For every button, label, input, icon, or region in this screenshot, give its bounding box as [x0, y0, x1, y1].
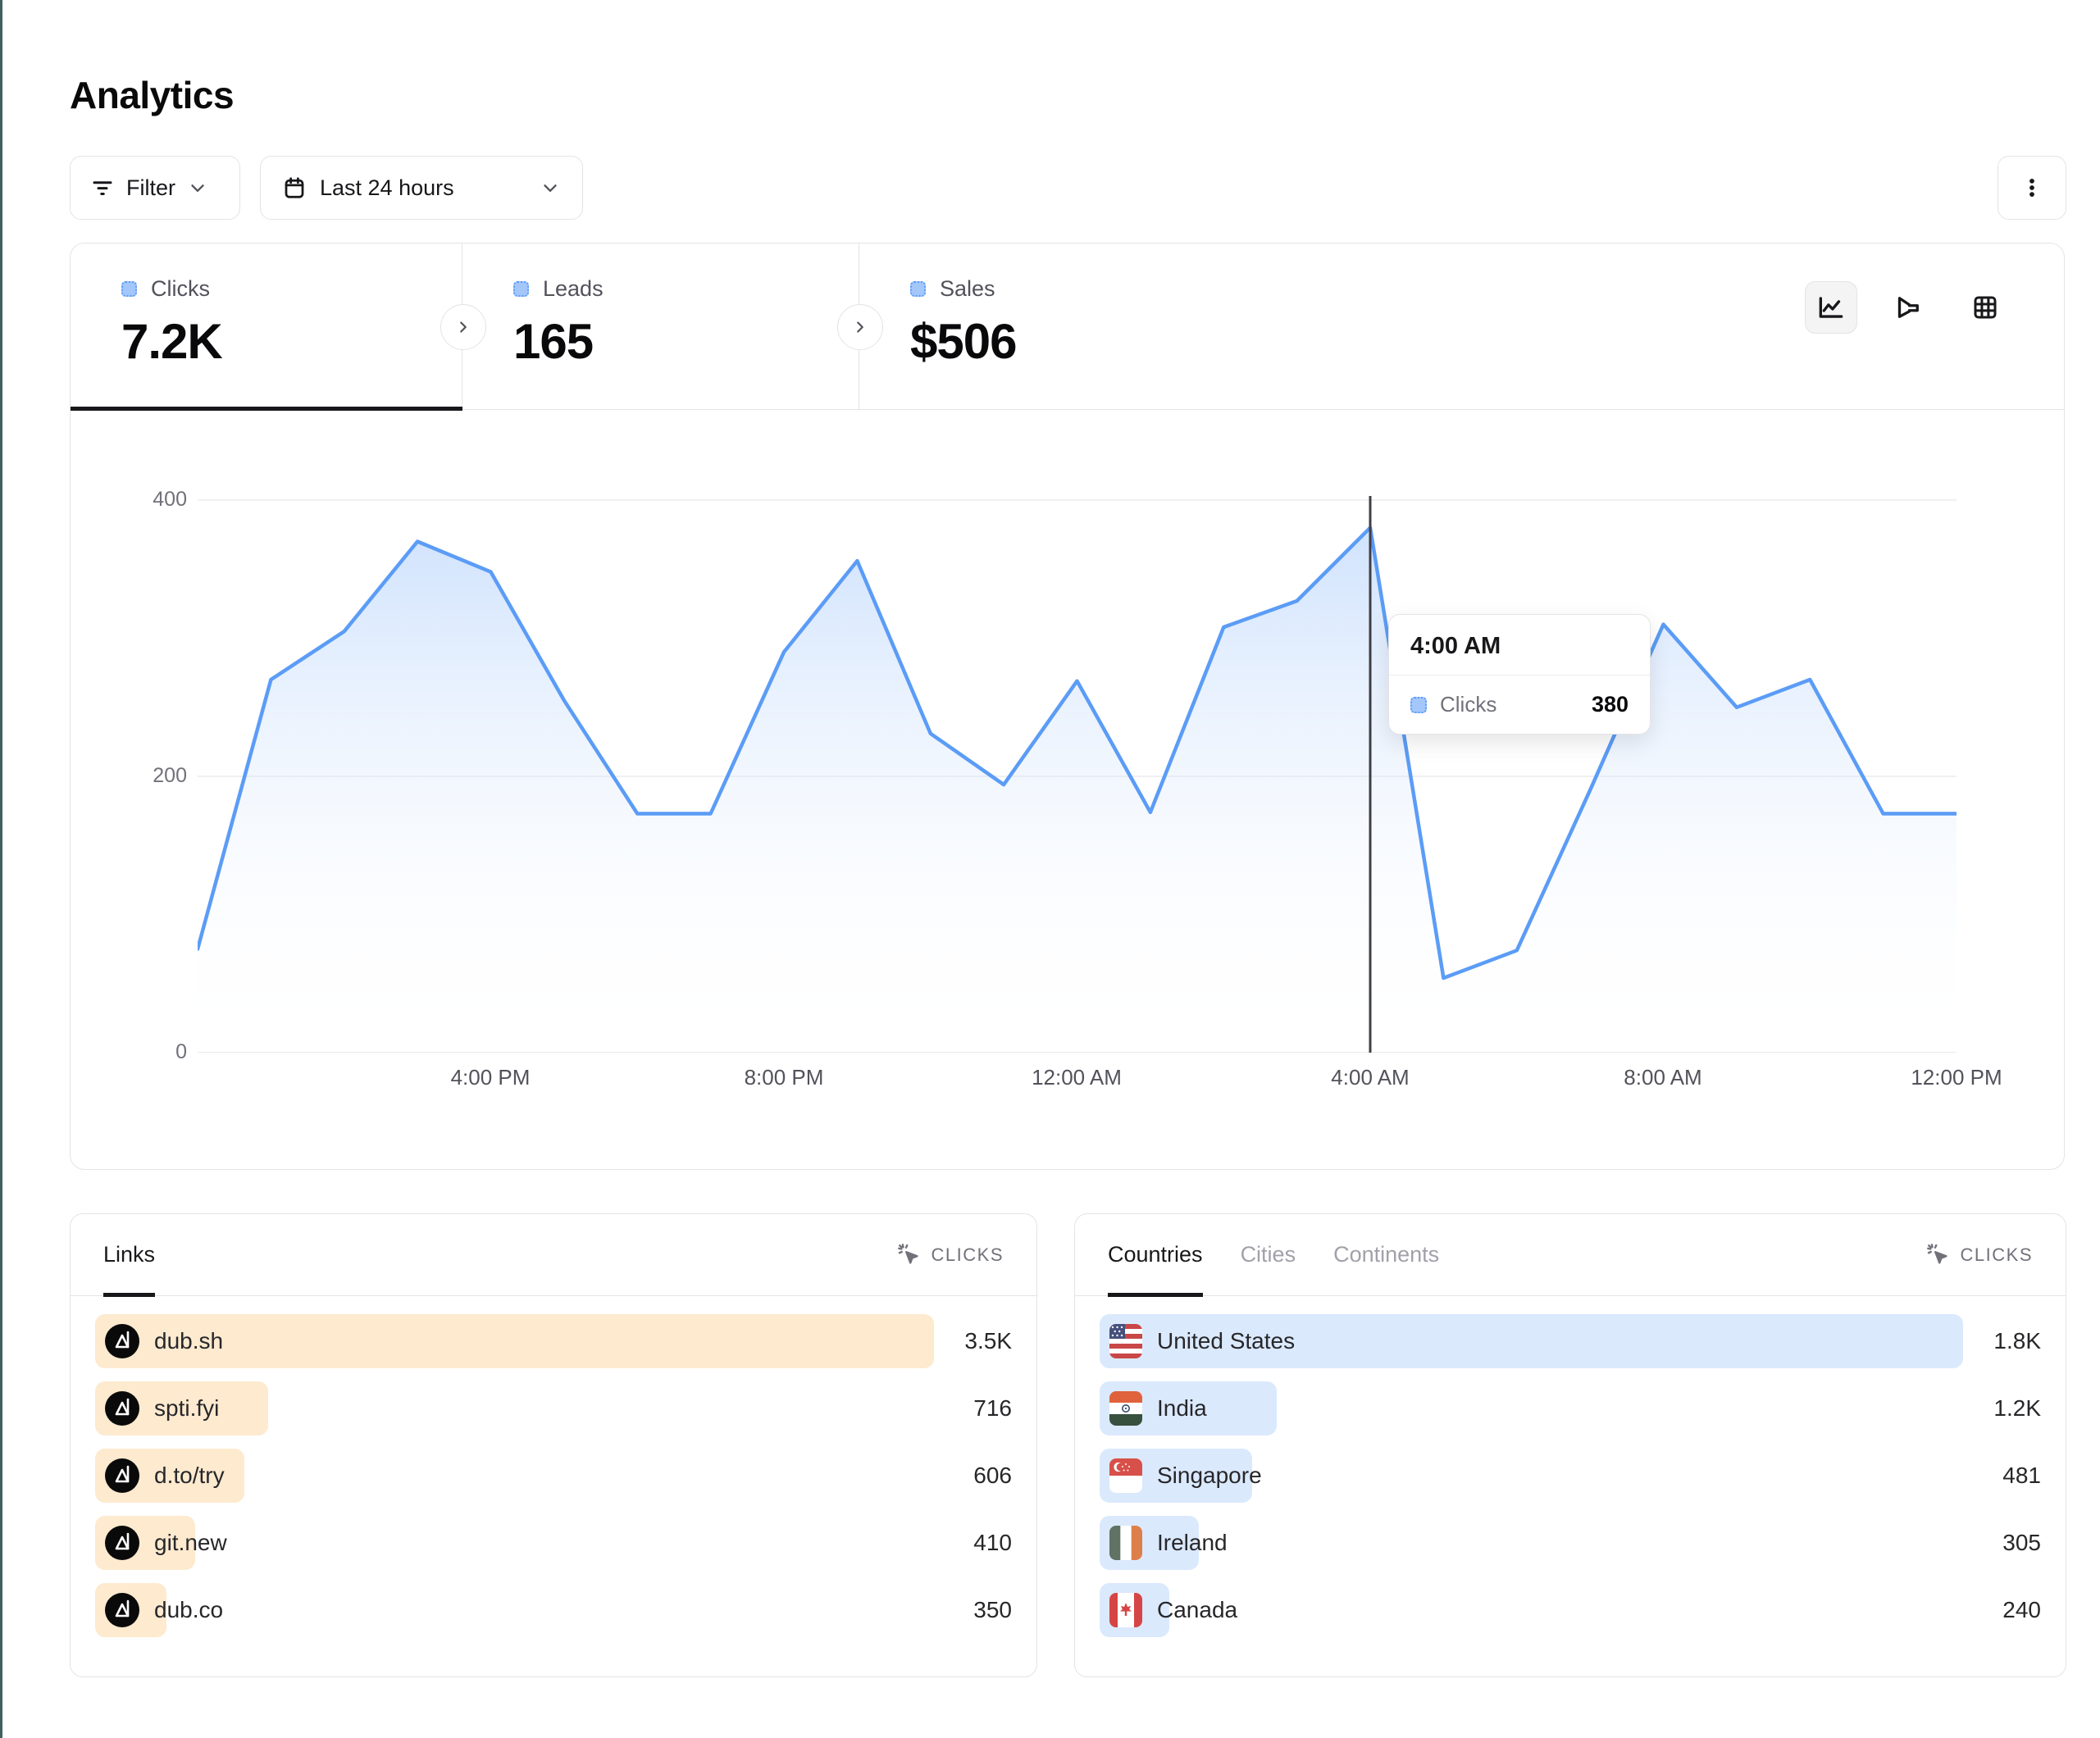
- tooltip-series-label: Clicks: [1440, 692, 1578, 717]
- more-options-button[interactable]: [1998, 156, 2066, 220]
- links-tab-label: Links: [103, 1242, 155, 1267]
- filter-button[interactable]: Filter: [70, 156, 240, 220]
- country-clicks-value: 481: [1963, 1463, 2041, 1489]
- link-label: dub.sh: [154, 1328, 223, 1354]
- link-row[interactable]: dub.co 350: [95, 1583, 1012, 1637]
- link-row[interactable]: git.new 410: [95, 1516, 1012, 1570]
- chart-tooltip: 4:00 AM Clicks 380: [1388, 614, 1651, 735]
- links-list: dub.sh 3.5K spti.fyi 716 d.to/try 606: [71, 1296, 1036, 1637]
- chevron-down-icon: [540, 177, 561, 198]
- x-axis-tick: 4:00 AM: [1331, 1065, 1409, 1090]
- ireland-flag-icon: [1109, 1526, 1142, 1560]
- country-row[interactable]: India 1.2K: [1100, 1381, 2041, 1435]
- country-clicks-value: 1.8K: [1963, 1328, 2041, 1354]
- continents-tab-label: Continents: [1333, 1242, 1439, 1267]
- links-metric-selector[interactable]: CLICKS: [897, 1243, 1004, 1267]
- active-tab-underline: [71, 407, 462, 411]
- link-clicks-value: 350: [934, 1597, 1012, 1623]
- link-label: spti.fyi: [154, 1395, 219, 1422]
- geo-metric-selector[interactable]: CLICKS: [1926, 1243, 2033, 1267]
- y-axis-tick: 200: [130, 764, 187, 788]
- expand-clicks-chevron-button[interactable]: [440, 304, 486, 350]
- dub-logo-icon: [105, 1593, 139, 1627]
- country-clicks-value: 1.2K: [1963, 1395, 2041, 1422]
- tab-cities[interactable]: Cities: [1241, 1214, 1296, 1295]
- dub-logo-icon: [105, 1526, 139, 1560]
- chevron-down-icon: [187, 177, 208, 198]
- geo-metric-label: CLICKS: [1961, 1244, 2033, 1266]
- x-axis-tick: 8:00 AM: [1624, 1065, 1701, 1090]
- country-clicks-value: 240: [1963, 1597, 2041, 1623]
- link-row[interactable]: d.to/try 606: [95, 1449, 1012, 1503]
- dub-logo-icon: [105, 1324, 139, 1358]
- country-row[interactable]: Ireland 305: [1100, 1516, 2041, 1570]
- link-clicks-value: 606: [934, 1463, 1012, 1489]
- page-title: Analytics: [70, 73, 234, 117]
- date-range-button[interactable]: Last 24 hours: [260, 156, 583, 220]
- link-label: d.to/try: [154, 1463, 225, 1489]
- country-row[interactable]: United States 1.8K: [1100, 1314, 2041, 1368]
- link-clicks-value: 716: [934, 1395, 1012, 1422]
- link-row[interactable]: dub.sh 3.5K: [95, 1314, 1012, 1368]
- countries-tab-label: Countries: [1108, 1242, 1203, 1267]
- singapore-flag-icon: [1109, 1458, 1142, 1493]
- tab-countries[interactable]: Countries: [1108, 1214, 1203, 1295]
- analytics-card: Clicks 7.2K Leads 165 Sales $506: [70, 243, 2065, 1170]
- tooltip-value: 380: [1592, 692, 1629, 717]
- tab-continents[interactable]: Continents: [1333, 1214, 1439, 1295]
- x-axis-tick: 4:00 PM: [451, 1065, 531, 1090]
- expand-leads-chevron-button[interactable]: [837, 304, 883, 350]
- country-label: Singapore: [1157, 1463, 1262, 1489]
- tab-links[interactable]: Links: [103, 1214, 155, 1295]
- country-label: Ireland: [1157, 1530, 1228, 1556]
- links-panel: Links CLICKS dub.sh 3.5K: [70, 1213, 1037, 1677]
- dub-logo-icon: [105, 1391, 139, 1426]
- x-axis-tick: 12:00 AM: [1032, 1065, 1122, 1090]
- chevron-right-icon: [454, 318, 472, 336]
- country-row[interactable]: Singapore 481: [1100, 1449, 2041, 1503]
- links-metric-label: CLICKS: [932, 1244, 1004, 1266]
- cursor-click-icon: [897, 1243, 922, 1267]
- calendar-icon: [282, 175, 307, 200]
- y-axis-tick: 0: [130, 1040, 187, 1064]
- geo-panel: Countries Cities Continents CLICKS: [1074, 1213, 2066, 1677]
- link-label: git.new: [154, 1530, 227, 1556]
- country-row[interactable]: Canada 240: [1100, 1583, 2041, 1637]
- us-flag-icon: [1109, 1324, 1142, 1358]
- canada-flag-icon: [1109, 1593, 1142, 1627]
- country-label: India: [1157, 1395, 1207, 1422]
- country-label: United States: [1157, 1328, 1295, 1354]
- tooltip-time: 4:00 AM: [1389, 615, 1650, 676]
- chart-canvas[interactable]: [198, 460, 1957, 1053]
- x-axis-tick: 12:00 PM: [1911, 1065, 2002, 1090]
- chevron-right-icon: [851, 318, 869, 336]
- x-axis-tick: 8:00 PM: [745, 1065, 824, 1090]
- india-flag-icon: [1109, 1391, 1142, 1426]
- kebab-menu-icon: [2020, 175, 2044, 200]
- cities-tab-label: Cities: [1241, 1242, 1296, 1267]
- tooltip-series-marker: [1410, 697, 1427, 713]
- link-clicks-value: 410: [934, 1530, 1012, 1556]
- cursor-click-icon: [1926, 1243, 1951, 1267]
- link-clicks-value: 3.5K: [934, 1328, 1012, 1354]
- link-label: dub.co: [154, 1597, 223, 1623]
- clicks-area-chart[interactable]: 400 200 0 4:00 PM 8:00 PM 12:00 AM 4:00 …: [71, 243, 2064, 1169]
- country-label: Canada: [1157, 1597, 1237, 1623]
- countries-list: United States 1.8K India 1.2K: [1075, 1296, 2066, 1637]
- window-edge-strip: [0, 0, 2, 1738]
- link-row[interactable]: spti.fyi 716: [95, 1381, 1012, 1435]
- country-clicks-value: 305: [1963, 1530, 2041, 1556]
- filter-button-label: Filter: [126, 175, 175, 201]
- date-range-label: Last 24 hours: [320, 175, 454, 201]
- y-axis-tick: 400: [130, 488, 187, 512]
- chart-area-fill: [198, 528, 1957, 1053]
- filter-lines-icon: [90, 175, 115, 200]
- dub-logo-icon: [105, 1458, 139, 1493]
